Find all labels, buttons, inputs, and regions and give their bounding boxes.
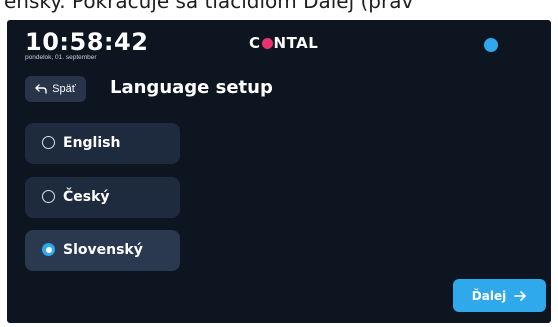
language-option-label: English <box>63 135 121 151</box>
language-option-label: Slovenský <box>63 242 143 258</box>
next-button[interactable]: Ďalej <box>453 279 546 312</box>
language-option-label: Český <box>63 189 110 205</box>
radio-unchecked-icon <box>42 136 55 149</box>
clock-date: pondelok, 01. september <box>25 54 97 61</box>
back-arrow-icon <box>35 84 47 94</box>
language-option-czech[interactable]: Český <box>25 177 180 218</box>
caption-text: ensky. Pokračuje sa tlačidlom Ďalej (pra… <box>4 0 414 13</box>
right-arrow-icon <box>514 290 527 301</box>
caption-strip: ensky. Pokračuje sa tlačidlom Ďalej (pra… <box>0 0 558 20</box>
back-button-label: Späť <box>52 83 76 95</box>
page-title: Language setup <box>110 77 273 98</box>
language-option-english[interactable]: English <box>25 123 180 164</box>
next-button-label: Ďalej <box>471 288 507 303</box>
language-option-slovak[interactable]: Slovenský <box>25 230 180 271</box>
clock-time: 10:58:42 <box>25 28 149 56</box>
device-screen: 10:58:42 pondelok, 01. september C NTAL … <box>7 20 551 323</box>
radio-unchecked-icon <box>42 190 55 203</box>
logo-suffix: NTAL <box>273 34 319 52</box>
radio-checked-icon <box>42 243 55 256</box>
logo-prefix: C <box>249 34 261 52</box>
back-button[interactable]: Späť <box>25 76 86 102</box>
logo-o-dot-icon <box>261 37 273 49</box>
brand-logo: C NTAL <box>249 34 318 52</box>
status-dot-icon <box>484 38 498 52</box>
